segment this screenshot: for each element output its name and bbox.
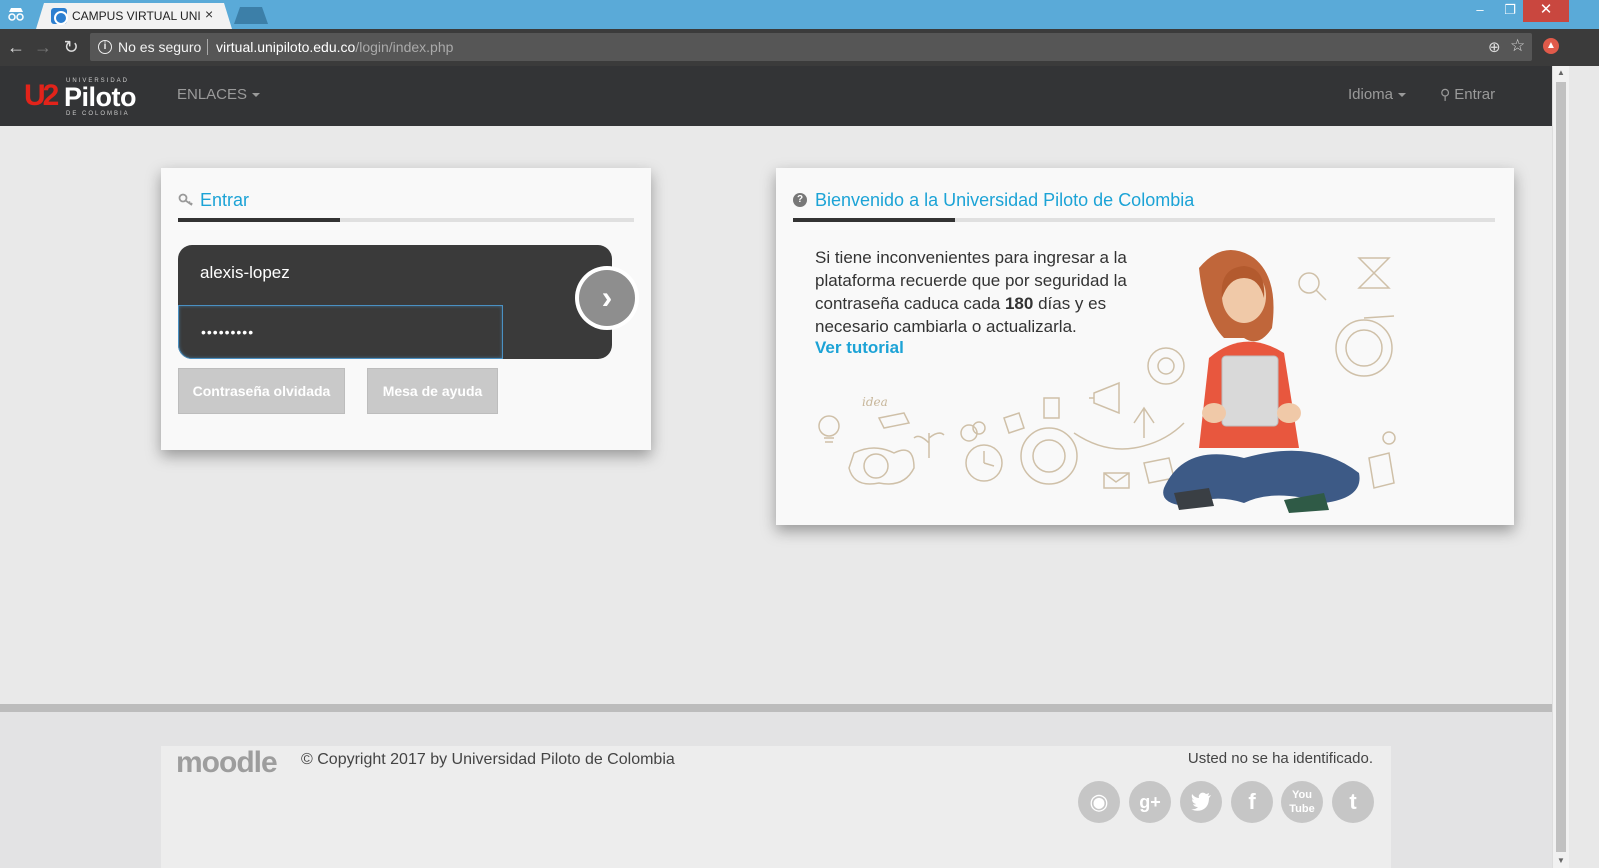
url-host: virtual.unipiloto.edu.co bbox=[216, 39, 356, 55]
key-icon bbox=[178, 193, 193, 206]
username-input[interactable]: alexis-lopez bbox=[200, 263, 290, 283]
bookmark-star-icon[interactable]: ☆ bbox=[1510, 36, 1525, 56]
enlaces-label: ENLACES bbox=[177, 86, 248, 103]
url-text[interactable]: virtual.unipiloto.edu.co/login/index.php bbox=[216, 39, 453, 55]
forgot-password-button[interactable]: Contraseña olvidada bbox=[178, 368, 345, 414]
question-circle-icon: ? bbox=[793, 193, 807, 207]
window-maximize-button[interactable]: ❐ bbox=[1495, 0, 1525, 22]
address-separator bbox=[207, 39, 208, 55]
facebook-icon[interactable]: f bbox=[1231, 781, 1273, 823]
login-title-text: Entrar bbox=[200, 190, 250, 210]
entrar-label: Entrar bbox=[1454, 86, 1496, 103]
language-dropdown[interactable]: Idioma bbox=[1348, 86, 1407, 103]
chevron-right-icon: › bbox=[579, 270, 635, 326]
globe-icon[interactable]: ◉ bbox=[1078, 781, 1120, 823]
window-close-button[interactable]: ✕ bbox=[1523, 0, 1569, 22]
address-bar[interactable]: i No es seguro virtual.unipiloto.edu.co/… bbox=[90, 33, 1532, 61]
forward-arrow-icon[interactable]: → bbox=[32, 36, 54, 58]
url-path: /login/index.php bbox=[355, 39, 454, 55]
welcome-title-rule bbox=[793, 218, 1495, 222]
reload-icon[interactable]: ↻ bbox=[60, 36, 82, 58]
caret-down-icon bbox=[252, 93, 261, 98]
tab-close-icon[interactable]: × bbox=[205, 6, 213, 22]
scroll-up-arrow-icon[interactable]: ▲ bbox=[1553, 66, 1569, 80]
google-plus-icon[interactable]: g+ bbox=[1129, 781, 1171, 823]
vertical-scrollbar[interactable]: ▲ ▼ bbox=[1552, 66, 1569, 868]
page-content: U2 UNIVERSIDAD Piloto DE COLOMBIA ENLACE… bbox=[0, 66, 1552, 868]
title-rule-active bbox=[178, 218, 340, 222]
extension-icon[interactable]: ▲ bbox=[1543, 38, 1559, 54]
welcome-message: Si tiene inconvenientes para ingresar a … bbox=[815, 246, 1155, 338]
back-arrow-icon[interactable]: ← bbox=[5, 36, 27, 58]
twitter-icon[interactable] bbox=[1180, 781, 1222, 823]
welcome-card: ? Bienvenido a la Universidad Piloto de … bbox=[776, 168, 1514, 525]
security-indicator[interactable]: No es seguro bbox=[118, 39, 201, 55]
browser-toolbar: ← → ↻ i No es seguro virtual.unipiloto.e… bbox=[0, 29, 1599, 66]
tab-title: CAMPUS VIRTUAL UNIVE bbox=[72, 9, 200, 23]
tutorial-link[interactable]: Ver tutorial bbox=[815, 338, 904, 358]
tumblr-icon[interactable]: t bbox=[1332, 781, 1374, 823]
scrollbar-thumb[interactable] bbox=[1556, 82, 1566, 852]
login-card-title: Entrar bbox=[178, 190, 249, 211]
password-value: ••••••••• bbox=[201, 324, 255, 340]
title-rule-active bbox=[793, 218, 955, 222]
site-navbar: U2 UNIVERSIDAD Piloto DE COLOMBIA ENLACE… bbox=[0, 66, 1552, 126]
moodle-logo[interactable]: moodle bbox=[176, 746, 278, 780]
login-card: Entrar alexis-lopez ••••••••• › Contrase… bbox=[161, 168, 651, 450]
copyright-text: © Copyright 2017 by Universidad Piloto d… bbox=[301, 751, 675, 768]
login-status-text: Usted no se ha identificado. bbox=[1187, 750, 1373, 767]
youtube-icon[interactable]: You Tube bbox=[1281, 781, 1323, 823]
key-icon: ⚲ bbox=[1440, 86, 1451, 102]
caret-down-icon bbox=[1398, 93, 1407, 98]
login-submit-button[interactable]: › bbox=[575, 266, 639, 330]
idioma-label: Idioma bbox=[1348, 86, 1394, 103]
incognito-icon bbox=[8, 8, 24, 21]
illustration-doodle-text: idea bbox=[862, 395, 888, 409]
zoom-icon[interactable]: ⊕ bbox=[1488, 38, 1501, 56]
browser-tab[interactable]: CAMPUS VIRTUAL UNIVE × bbox=[36, 3, 232, 29]
logo-mark: U2 bbox=[24, 79, 59, 112]
help-desk-button[interactable]: Mesa de ayuda bbox=[367, 368, 498, 414]
welcome-text-days: 180 bbox=[1004, 294, 1034, 313]
footer: moodle © Copyright 2017 by Universidad P… bbox=[161, 746, 1391, 868]
twitter-bird-shape bbox=[1191, 792, 1211, 811]
welcome-title: Bienvenido a la Universidad Piloto de Co… bbox=[815, 190, 1195, 210]
info-icon[interactable]: i bbox=[98, 40, 112, 54]
site-favicon-icon bbox=[51, 8, 68, 25]
browser-titlebar: CAMPUS VIRTUAL UNIVE × – ❐ ✕ bbox=[0, 0, 1599, 29]
university-logo[interactable]: U2 UNIVERSIDAD Piloto DE COLOMBIA bbox=[24, 78, 144, 118]
window-minimize-button[interactable]: – bbox=[1465, 0, 1495, 22]
login-title-rule bbox=[178, 218, 634, 222]
login-link[interactable]: ⚲ Entrar bbox=[1440, 86, 1495, 103]
enlaces-dropdown[interactable]: ENLACES bbox=[177, 86, 261, 103]
logo-name: Piloto bbox=[64, 82, 137, 112]
password-input[interactable]: ••••••••• bbox=[178, 305, 503, 359]
scroll-down-arrow-icon[interactable]: ▼ bbox=[1553, 854, 1569, 868]
logo-bottom-text: DE COLOMBIA bbox=[66, 111, 130, 117]
login-form: alexis-lopez ••••••••• bbox=[178, 245, 612, 359]
new-tab-button[interactable] bbox=[234, 7, 268, 24]
